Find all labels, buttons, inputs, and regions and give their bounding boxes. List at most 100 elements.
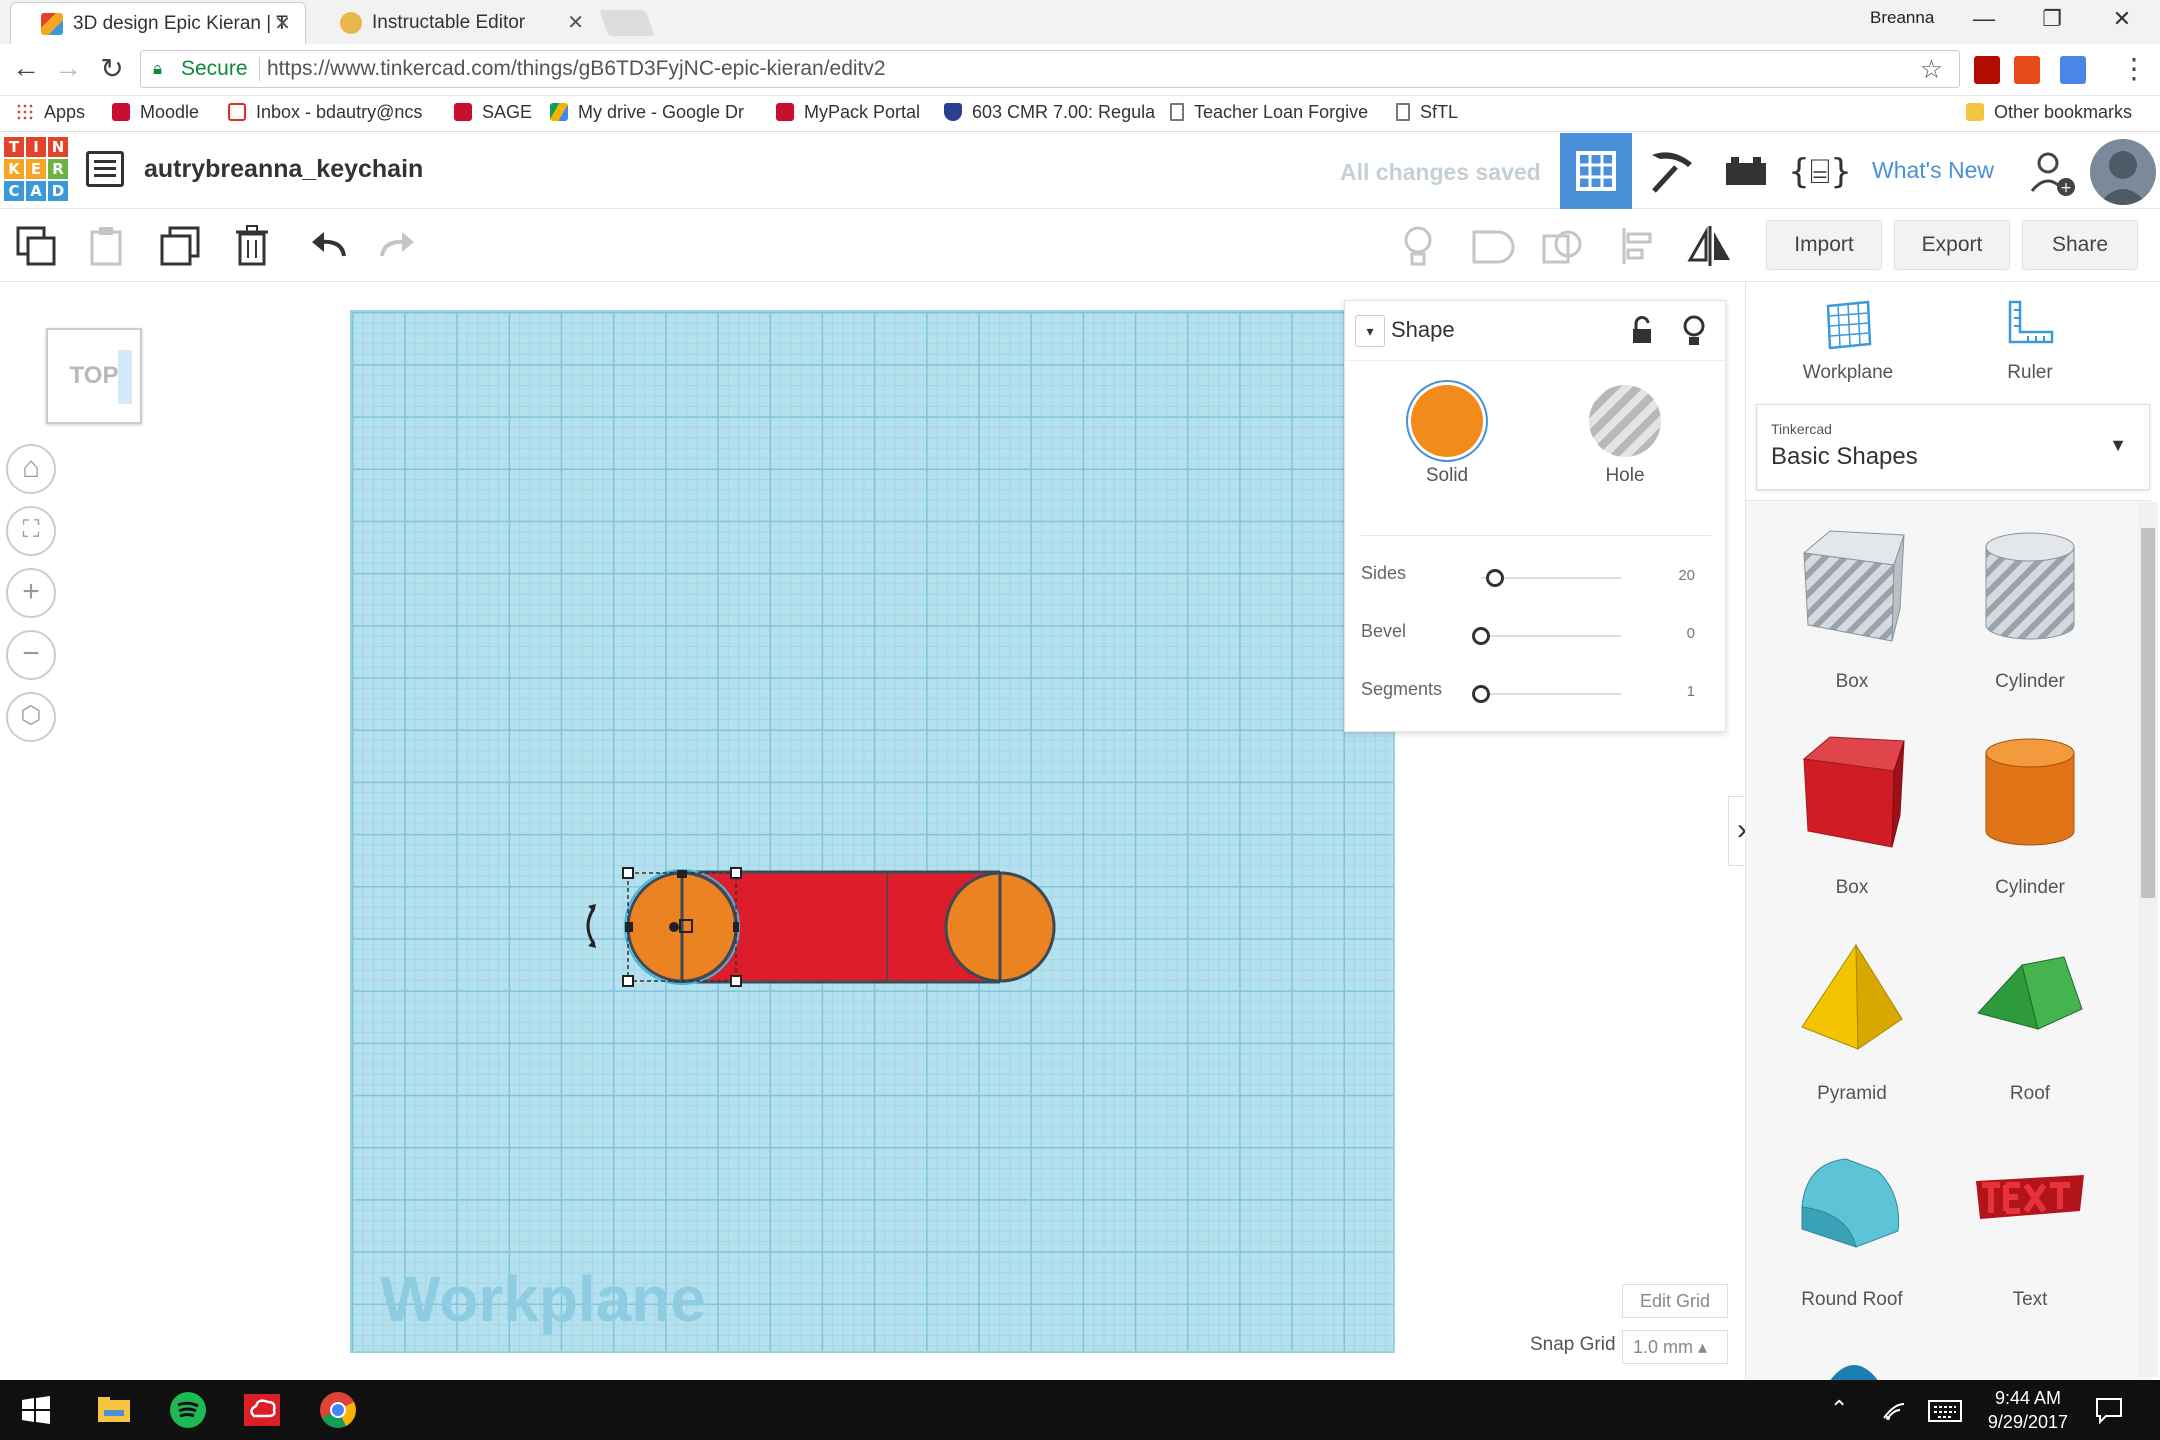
bookmark-603-cmr[interactable]: 603 CMR 7.00: Regula	[944, 102, 1158, 123]
bookmark-teacher-loan[interactable]: Teacher Loan Forgive	[1170, 102, 1376, 123]
segments-value[interactable]: 1	[1687, 683, 1695, 700]
bookmark-google-drive[interactable]: My drive - Google Dr	[550, 102, 756, 123]
redo-icon[interactable]	[372, 220, 424, 272]
tray-expand-icon[interactable]: ⌃	[1830, 1396, 1848, 1422]
bookmark-apps[interactable]: Apps	[16, 102, 85, 123]
forward-icon[interactable]: →	[50, 52, 86, 84]
view-cube[interactable]: TOP	[46, 328, 142, 424]
shape-item-text[interactable]: Text	[1942, 1135, 2118, 1325]
paste-icon[interactable]	[80, 220, 132, 272]
wifi-icon[interactable]	[1880, 1398, 1908, 1422]
bookmark-sftl[interactable]: SfTL	[1396, 102, 1458, 123]
shape-item-box-hole[interactable]: Box	[1764, 517, 1940, 707]
bookmark-sage[interactable]: SAGE	[454, 102, 532, 123]
close-tab-icon[interactable]: ✕	[274, 3, 291, 45]
lightbulb-icon[interactable]	[1392, 220, 1444, 272]
workplane[interactable]	[350, 310, 1395, 1353]
shape-item-cylinder[interactable]: Cylinder	[1942, 723, 2118, 913]
profile-name[interactable]: Breanna	[1870, 8, 1934, 28]
chrome-icon[interactable]	[316, 1388, 360, 1432]
bookmark-mypack[interactable]: MyPack Portal	[776, 102, 920, 123]
restore-icon[interactable]: ❐	[2032, 6, 2072, 32]
tab-tinkercad[interactable]: 3D design Epic Kieran | T ✕	[10, 2, 306, 44]
office-extension-icon[interactable]	[2014, 56, 2040, 84]
shape-item-pyramid[interactable]: Pyramid	[1764, 929, 1940, 1119]
docs-extension-icon[interactable]	[2060, 56, 2086, 84]
design-list-icon[interactable]	[86, 151, 124, 187]
segments-slider[interactable]	[1472, 685, 1621, 703]
file-explorer-icon[interactable]	[92, 1388, 136, 1432]
minecraft-view-button[interactable]	[1636, 133, 1708, 209]
slider-knob[interactable]	[1472, 627, 1490, 645]
perspective-icon[interactable]: ⬡	[6, 692, 56, 742]
shape-item-roof[interactable]: Roof	[1942, 929, 2118, 1119]
export-button[interactable]: Export	[1894, 220, 2010, 270]
share-button[interactable]: Share	[2022, 220, 2138, 270]
codeblocks-button[interactable]: {⌸}	[1784, 133, 1856, 209]
tinkercad-logo[interactable]: T I N K E R C A D	[4, 137, 68, 201]
sides-slider[interactable]	[1481, 569, 1621, 587]
shape-library-select[interactable]: Tinkercad Basic Shapes ▼	[1756, 404, 2150, 490]
import-button[interactable]: Import	[1766, 220, 1882, 270]
other-bookmarks[interactable]: Other bookmarks	[1966, 102, 2132, 123]
back-icon[interactable]: ←	[8, 52, 44, 84]
bookmark-star-icon[interactable]: ☆	[1920, 51, 1943, 87]
slider-knob[interactable]	[1486, 569, 1504, 587]
unlock-icon[interactable]	[1627, 315, 1657, 347]
bookmark-moodle[interactable]: Moodle	[112, 102, 199, 123]
windows-start-icon[interactable]	[14, 1388, 58, 1432]
align-icon[interactable]	[1612, 220, 1664, 272]
keyboard-icon[interactable]	[1928, 1400, 1962, 1422]
spotify-icon[interactable]	[166, 1388, 210, 1432]
tab-instructables[interactable]: Instructable Editor ✕	[310, 2, 598, 44]
add-user-icon[interactable]: +	[2026, 149, 2078, 199]
shape-item-cylinder-hole[interactable]: Cylinder	[1942, 517, 2118, 707]
shapes-scrollbar[interactable]	[2138, 502, 2158, 1377]
keychain-shapes[interactable]	[570, 860, 1070, 1000]
close-window-icon[interactable]: ✕	[2102, 6, 2142, 32]
shape-item-round-roof[interactable]: Round Roof	[1764, 1135, 1940, 1325]
bevel-slider[interactable]	[1472, 627, 1621, 645]
mirror-icon[interactable]	[1684, 220, 1736, 272]
reload-icon[interactable]: ↻	[94, 52, 130, 85]
copy-icon[interactable]	[10, 220, 62, 272]
solid-swatch[interactable]	[1411, 385, 1483, 457]
new-tab-button[interactable]	[599, 10, 655, 36]
duplicate-icon[interactable]	[154, 220, 206, 272]
snap-grid-select[interactable]: 1.0 mm ▴	[1622, 1330, 1728, 1364]
home-view-icon[interactable]: ⌂	[6, 444, 56, 494]
slider-knob[interactable]	[1472, 685, 1490, 703]
bricks-view-button[interactable]	[1710, 133, 1782, 209]
chrome-menu-icon[interactable]: ⋮	[2116, 52, 2152, 85]
design-name[interactable]: autrybreanna_keychain	[144, 155, 423, 184]
fit-view-icon[interactable]: ⛶	[6, 506, 56, 556]
shape-item-box[interactable]: Box	[1764, 723, 1940, 913]
bookmark-inbox[interactable]: Inbox - bdautry@ncs	[228, 102, 438, 123]
edit-grid-button[interactable]: Edit Grid	[1622, 1284, 1728, 1318]
bevel-value[interactable]: 0	[1687, 625, 1695, 642]
system-clock[interactable]: 9:44 AM 9/29/2017	[1988, 1386, 2068, 1434]
ruler-tool[interactable]: Ruler	[1960, 296, 2100, 384]
close-tab-icon[interactable]: ✕	[567, 2, 584, 44]
whats-new-link[interactable]: What's New	[1872, 157, 1994, 184]
collapse-inspector-icon[interactable]: ▾	[1355, 315, 1385, 347]
delete-icon[interactable]	[226, 220, 278, 272]
workplane-tool[interactable]: Workplane	[1778, 296, 1918, 384]
rotate-handle-icon[interactable]	[586, 907, 596, 945]
hole-swatch[interactable]	[1589, 385, 1661, 457]
action-center-icon[interactable]	[2094, 1396, 2124, 1424]
url-bar[interactable]: 🔒︎ Secure https://www.tinkercad.com/thin…	[140, 50, 1960, 88]
acrobat-extension-icon[interactable]	[1974, 56, 2000, 84]
avatar[interactable]	[2090, 139, 2156, 205]
group-icon[interactable]	[1464, 220, 1516, 272]
zoom-out-icon[interactable]: −	[6, 630, 56, 680]
sides-value[interactable]: 20	[1678, 567, 1695, 584]
lightbulb-icon[interactable]	[1679, 313, 1709, 349]
minimize-icon[interactable]: —	[1964, 6, 2004, 32]
3d-view-button[interactable]	[1560, 133, 1632, 209]
undo-icon[interactable]	[302, 220, 354, 272]
ungroup-icon[interactable]	[1536, 220, 1588, 272]
creative-cloud-icon[interactable]	[240, 1388, 284, 1432]
zoom-in-icon[interactable]: +	[6, 568, 56, 618]
url-text[interactable]: https://www.tinkercad.com/things/gB6TD3F…	[267, 51, 886, 87]
